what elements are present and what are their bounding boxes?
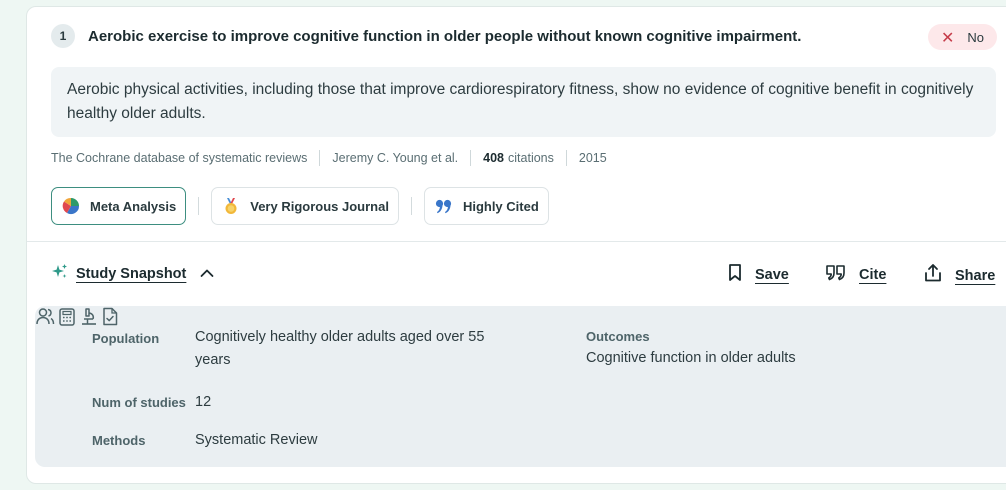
citations-label: citations [508,151,554,165]
result-header: 1 Aerobic exercise to improve cognitive … [51,24,801,48]
bookmark-icon [727,263,743,287]
cite-button[interactable]: Cite [825,263,886,287]
result-summary: Aerobic physical activities, including t… [51,67,996,137]
cite-label: Cite [859,267,887,283]
tag-meta-analysis[interactable]: Meta Analysis [51,187,187,225]
section-divider [27,241,1006,242]
methods-label: Methods [92,433,146,448]
tag-highly-cited[interactable]: Highly Cited [423,187,549,225]
microscope-icon [80,308,102,330]
population-label: Population [92,331,160,346]
medal-icon [222,197,240,215]
num-of-studies-value: 12 [195,394,212,410]
tag-very-rigorous-journal[interactable]: Very Rigorous Journal [211,187,399,225]
journal-name[interactable]: The Cochrane database of systematic revi… [51,151,307,165]
save-label: Save [755,267,789,283]
meta-divider [470,150,472,166]
tag-label: Highly Cited [462,198,539,214]
answer-badge: ✕ No [928,24,997,50]
share-icon [923,263,943,288]
num-of-studies-label: Num of studies [92,395,186,410]
study-snapshot-toggle[interactable]: Study Snapshot [51,263,214,285]
authors: Jeremy C. Young et al. [332,151,459,165]
document-check-icon [102,307,118,330]
study-snapshot-panel: Population Cognitively healthy older adu… [35,306,1006,467]
outcomes-label: Outcomes [586,329,650,344]
sparkle-icon [51,263,68,285]
meta-divider [319,150,321,166]
share-label: Share [955,267,996,284]
pie-chart-icon [62,197,80,215]
people-icon [35,308,59,330]
quote-icon [825,263,847,287]
share-button[interactable]: Share [923,263,995,288]
tag-label: Very Rigorous Journal [250,198,389,214]
chevron-up-icon [200,265,214,283]
result-title[interactable]: Aerobic exercise to improve cognitive fu… [88,28,801,45]
calculator-icon [59,308,79,330]
answer-badge-label: No [967,29,985,45]
save-button[interactable]: Save [727,263,789,287]
methods-value: Systematic Review [195,432,318,448]
result-meta: The Cochrane database of systematic revi… [51,148,607,168]
result-card: 1 Aerobic exercise to improve cognitive … [26,6,1006,484]
quote-icon [435,197,453,215]
tag-label: Meta Analysis [90,198,177,214]
publication-year: 2015 [578,151,607,165]
outcomes-value: Cognitive function in older adults [586,350,796,366]
meta-divider [565,150,567,166]
population-value: Cognitively healthy older adults aged ov… [195,329,485,368]
result-index: 1 [51,24,75,48]
citations-count: 408 [483,151,505,165]
close-icon: ✕ [940,27,955,47]
tag-divider [198,197,200,215]
tag-divider [410,197,412,215]
study-snapshot-label: Study Snapshot [76,266,187,282]
tag-list: Meta Analysis Very Rigorous Journal High… [51,187,549,225]
